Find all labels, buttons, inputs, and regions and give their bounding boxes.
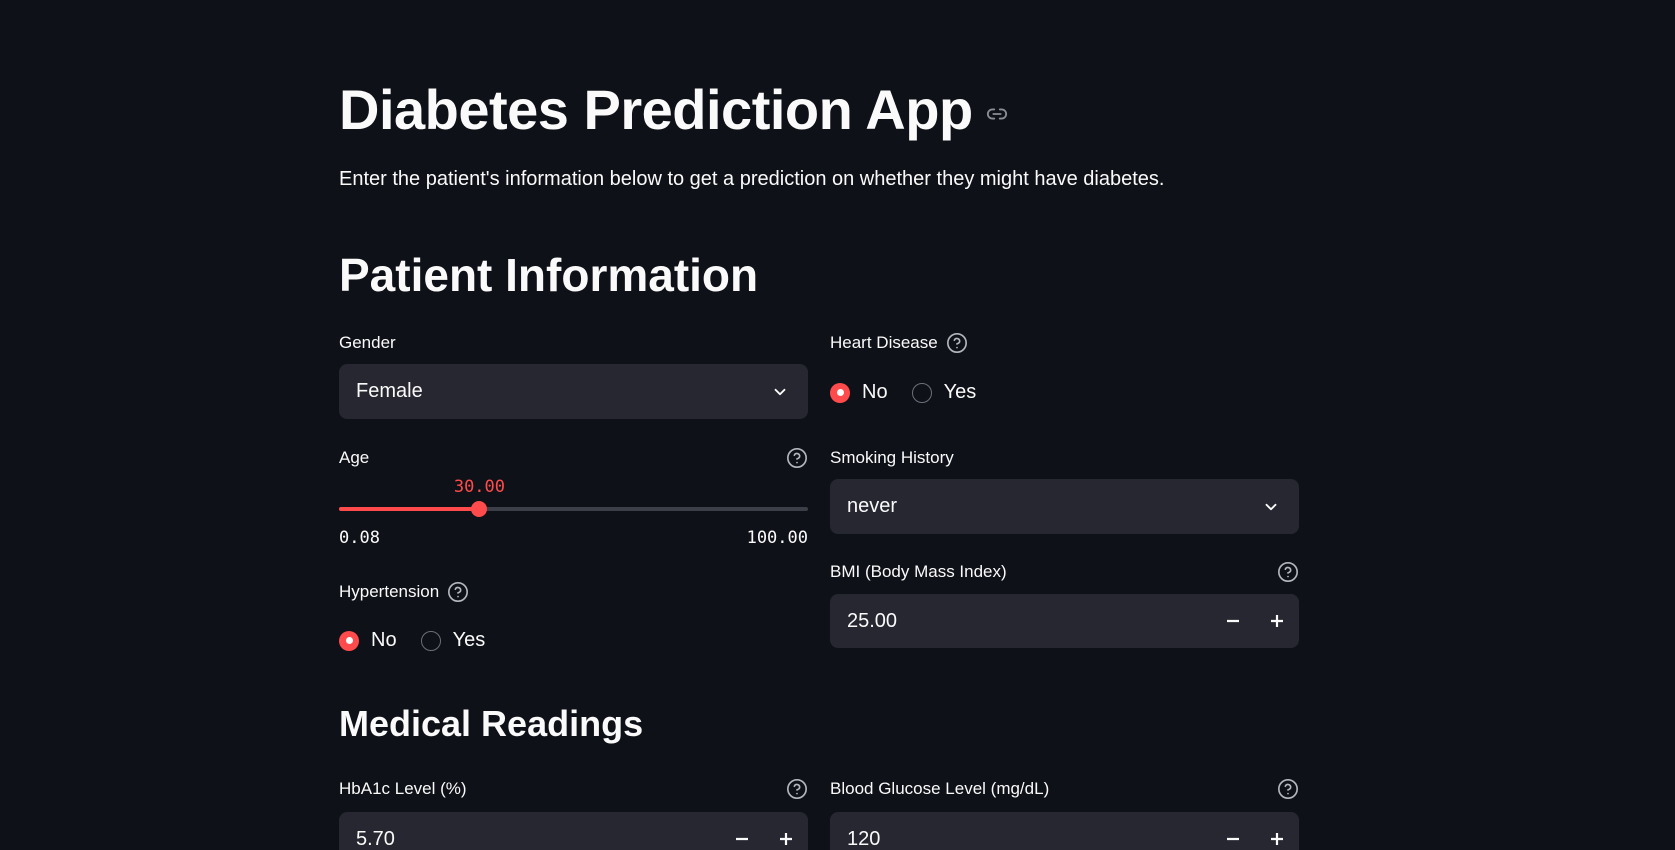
chevron-down-icon <box>769 381 791 403</box>
gender-label: Gender <box>339 333 396 352</box>
radio-unchecked-icon <box>420 630 441 651</box>
minus-icon[interactable] <box>720 812 764 850</box>
heart-disease-option-yes-label: Yes <box>943 381 977 403</box>
page-title: Diabetes Prediction App <box>339 78 973 141</box>
plus-icon[interactable] <box>764 812 808 850</box>
hba1c-input[interactable] <box>356 827 720 850</box>
help-circle-icon[interactable] <box>1277 778 1299 800</box>
radio-checked-icon <box>339 630 359 651</box>
title-row: Diabetes Prediction App <box>339 72 1009 148</box>
bmi-number-input <box>830 594 1299 648</box>
age-slider-value: 30.00 <box>453 477 506 497</box>
app-page: Diabetes Prediction App Enter the patien… <box>0 0 1675 850</box>
smoking-history-select-value: never <box>847 495 898 517</box>
age-slider-max: 100.00 <box>746 528 808 548</box>
section-title-medical-readings: Medical Readings <box>339 703 644 744</box>
age-slider-thumb[interactable] <box>471 501 488 517</box>
page-subtitle: Enter the patient's information below to… <box>339 168 1165 190</box>
age-slider-track[interactable] <box>339 501 808 517</box>
heart-disease-option-no-label: No <box>862 381 888 403</box>
smoking-history-label-row: Smoking History <box>830 445 1299 471</box>
age-slider-fill <box>339 507 480 511</box>
help-circle-icon[interactable] <box>786 447 808 469</box>
bmi-label: BMI (Body Mass Index) <box>830 562 1007 581</box>
gender-label-row: Gender <box>339 330 808 356</box>
hypertension-option-yes[interactable]: Yes <box>420 629 486 652</box>
hba1c-label-row: HbA1c Level (%) <box>339 776 808 802</box>
minus-icon[interactable] <box>1211 594 1255 648</box>
hba1c-number-input <box>339 812 808 850</box>
age-label-row: Age <box>339 445 808 471</box>
glucose-input[interactable] <box>847 827 1211 850</box>
hypertension-option-no-label: No <box>371 629 397 651</box>
smoking-history-label: Smoking History <box>830 448 954 467</box>
age-slider-min: 0.08 <box>339 528 380 548</box>
heart-disease-label: Heart Disease <box>830 333 938 352</box>
heart-disease-option-no[interactable]: No <box>830 381 888 404</box>
hba1c-label: HbA1c Level (%) <box>339 779 467 798</box>
hypertension-option-no[interactable]: No <box>339 629 397 652</box>
heart-disease-radio-group: No Yes <box>830 381 1000 404</box>
hypertension-radio-group: No Yes <box>339 629 509 652</box>
gender-select-value: Female <box>356 380 423 402</box>
heart-disease-label-row: Heart Disease <box>830 330 1299 356</box>
radio-unchecked-icon <box>911 382 932 403</box>
hypertension-label-row: Hypertension <box>339 579 808 605</box>
hypertension-label: Hypertension <box>339 582 440 601</box>
help-circle-icon[interactable] <box>447 581 469 603</box>
hypertension-option-yes-label: Yes <box>452 629 486 651</box>
help-circle-icon[interactable] <box>946 332 968 354</box>
bmi-input[interactable] <box>847 609 1211 633</box>
heart-disease-option-yes[interactable]: Yes <box>911 381 977 404</box>
link-icon[interactable] <box>985 102 1009 126</box>
plus-icon[interactable] <box>1255 594 1299 648</box>
glucose-number-input <box>830 812 1299 850</box>
radio-checked-icon <box>830 382 850 403</box>
glucose-label: Blood Glucose Level (mg/dL) <box>830 779 1050 798</box>
minus-icon[interactable] <box>1211 812 1255 850</box>
smoking-history-select[interactable]: never <box>830 479 1299 534</box>
plus-icon[interactable] <box>1255 812 1299 850</box>
glucose-label-row: Blood Glucose Level (mg/dL) <box>830 776 1299 802</box>
gender-select[interactable]: Female <box>339 364 808 419</box>
section-title-patient-information: Patient Information <box>339 249 759 301</box>
bmi-label-row: BMI (Body Mass Index) <box>830 559 1299 585</box>
help-circle-icon[interactable] <box>786 778 808 800</box>
age-slider: 30.00 0.08 100.00 <box>339 477 808 557</box>
age-label: Age <box>339 448 370 467</box>
chevron-down-icon <box>1260 496 1282 518</box>
help-circle-icon[interactable] <box>1277 561 1299 583</box>
